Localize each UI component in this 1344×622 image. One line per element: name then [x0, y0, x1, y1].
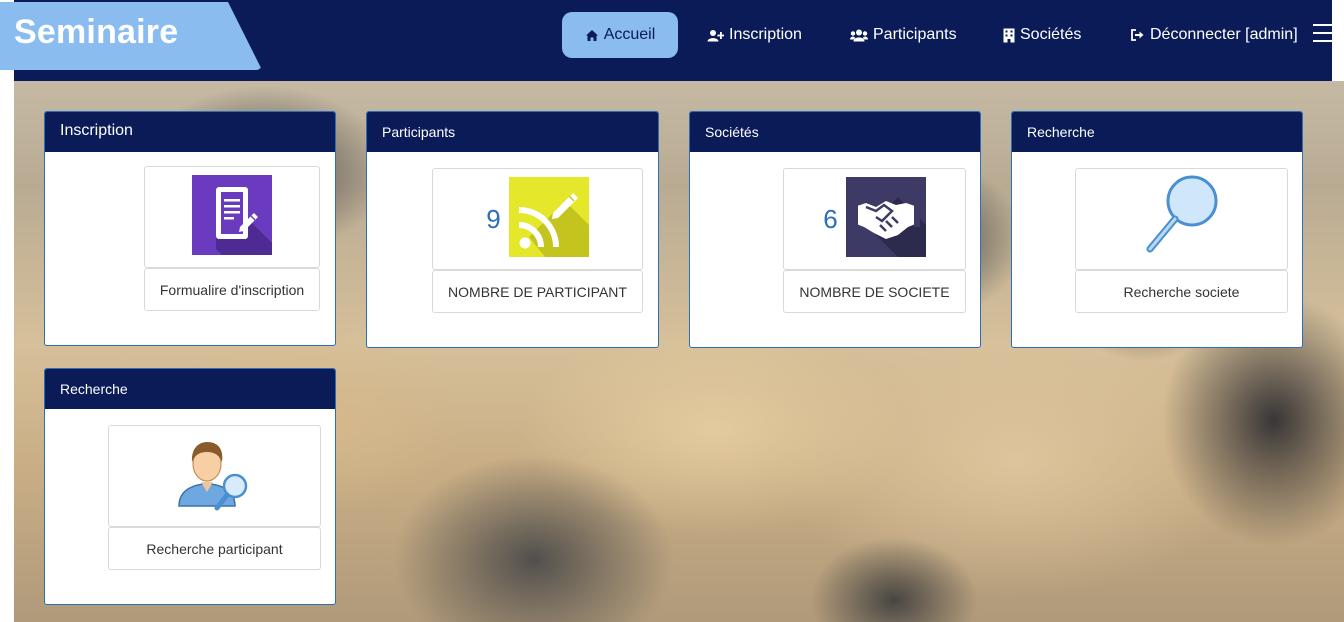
brand-title[interactable]: Seminaire — [14, 13, 178, 52]
card-participants-title: Participants — [367, 112, 658, 152]
card-societes: Sociétés 6 NOMBRE DE SOCIETE — [689, 111, 981, 348]
card-societes-title: Sociétés — [690, 112, 980, 152]
form-document-icon — [192, 174, 272, 260]
nav-logout[interactable]: Déconnecter [admin] — [1131, 12, 1298, 58]
nav-inscription[interactable]: Inscription — [707, 12, 802, 58]
nav-logout-label: Déconnecter [admin] — [1150, 26, 1298, 43]
hamburger-menu-icon[interactable] — [1313, 24, 1333, 44]
users-icon — [850, 29, 868, 42]
societes-count: 6 — [823, 203, 838, 234]
participants-count-link[interactable]: NOMBRE DE PARTICIPANT — [432, 270, 643, 313]
nav-societes[interactable]: Sociétés — [1003, 12, 1081, 58]
nav-home-label: Accueil — [603, 26, 656, 43]
magnifier-icon — [1142, 171, 1222, 268]
societes-count-link[interactable]: NOMBRE DE SOCIETE — [783, 270, 966, 313]
home-icon — [585, 29, 599, 42]
navbar-right-margin — [1332, 0, 1344, 81]
user-search-icon — [175, 434, 255, 519]
nav-societes-label: Sociétés — [1020, 26, 1082, 43]
card-recherche-societe: Recherche Recherche societe — [1011, 111, 1303, 348]
participants-count: 9 — [486, 203, 501, 234]
card-inscription-title: Inscription — [45, 112, 335, 152]
sign-out-icon — [1131, 29, 1145, 41]
building-icon — [1003, 28, 1015, 43]
inscription-form-link[interactable]: Formualire d'inscription — [144, 268, 320, 311]
nav-participants[interactable]: Participants — [850, 12, 957, 58]
participants-tile[interactable]: 9 — [432, 168, 643, 270]
nav-home[interactable]: Accueil — [562, 12, 678, 58]
rss-edit-icon — [508, 176, 589, 262]
top-navbar: Seminaire Accueil Inscription Participan… — [0, 0, 1344, 81]
inscription-form-tile[interactable] — [144, 166, 320, 268]
recherche-societe-link[interactable]: Recherche societe — [1075, 270, 1288, 313]
recherche-participant-link[interactable]: Recherche participant — [108, 527, 321, 570]
card-participants: Participants 9 NOMBRE DE PARTICIPANT — [366, 111, 659, 348]
recherche-societe-tile[interactable] — [1075, 168, 1288, 270]
nav-participants-label: Participants — [873, 26, 957, 43]
handshake-icon — [845, 176, 926, 262]
page-left-margin — [0, 0, 14, 622]
nav-inscription-label: Inscription — [729, 26, 802, 43]
card-recherche-participant-title: Recherche — [45, 369, 335, 409]
societes-tile[interactable]: 6 — [783, 168, 966, 270]
user-plus-icon — [707, 29, 724, 42]
card-recherche-participant: Recherche Recherche participant — [44, 368, 336, 605]
recherche-participant-tile[interactable] — [108, 425, 321, 527]
card-recherche-societe-title: Recherche — [1012, 112, 1302, 152]
card-inscription: Inscription Formualire d'inscription — [44, 111, 336, 346]
